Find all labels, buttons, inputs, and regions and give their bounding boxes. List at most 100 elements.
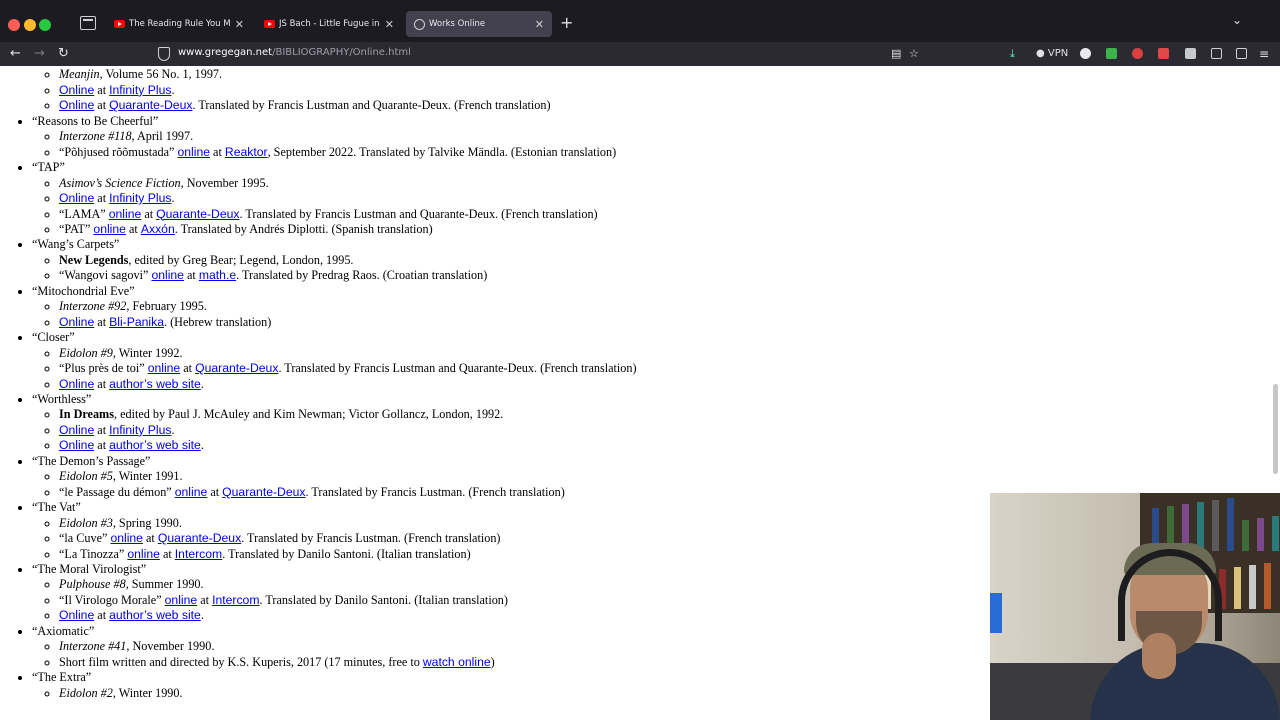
publication-link[interactable]: author’s web site [109, 377, 201, 391]
tab-works-online[interactable]: Works Online ✕ [406, 11, 552, 37]
download-icon[interactable]: ⤓ [1010, 47, 1015, 61]
publication-link[interactable]: Quarante-Deux [195, 361, 278, 375]
publication-text: at [94, 438, 110, 453]
publication-text: at [94, 98, 110, 113]
publication-text: . [171, 191, 175, 206]
minimize-window-button[interactable] [24, 19, 36, 31]
navigation-toolbar: ← → ↻ www.gregegan.net/BIBLIOGRAPHY/Onli… [0, 42, 1280, 66]
adblock-icon[interactable] [1158, 48, 1169, 59]
publication-link[interactable]: author’s web site [109, 438, 201, 452]
vpn-button[interactable]: ● VPN [1036, 48, 1068, 59]
reload-icon[interactable]: ↻ [58, 46, 69, 61]
publication-link[interactable]: online [165, 593, 198, 607]
publication-text: . [171, 422, 175, 437]
publication-text: at [125, 221, 141, 236]
close-window-button[interactable] [8, 19, 20, 31]
close-tab-icon[interactable]: ✕ [385, 18, 394, 31]
publication-link[interactable]: Quarante-Deux [109, 98, 192, 112]
person-hand [1142, 633, 1176, 679]
publication-text: at [207, 484, 223, 499]
publication-link[interactable]: Online [59, 98, 94, 112]
publication-text: , edited by Greg Bear; Legend, London, 1… [128, 252, 354, 267]
publication-text: at [142, 531, 158, 546]
publication-link[interactable]: Intercom [212, 593, 259, 607]
publication-link[interactable]: Quarante-Deux [158, 531, 241, 545]
publication-venue: Interzone #41 [59, 639, 127, 654]
publication-text: “PAT” [59, 221, 94, 236]
publication-list: Eidolon #9, Winter 1992.“Plus près de to… [32, 346, 1270, 392]
publication-link[interactable]: Reaktor [225, 145, 268, 159]
publication-item: Online at author’s web site. [59, 377, 1270, 392]
publication-text: . Translated by Predrag Raos. (Croatian … [236, 268, 488, 283]
work-title: “Axiomatic” [32, 623, 95, 638]
tab-overview-icon[interactable] [80, 16, 96, 30]
new-tab-icon[interactable]: + [560, 13, 573, 32]
publication-link[interactable]: online [127, 547, 160, 561]
publication-link[interactable]: Online [59, 377, 94, 391]
publication-text: “Põhjused rõõmustada” [59, 144, 178, 159]
vpn-label: VPN [1047, 48, 1069, 59]
publication-link[interactable]: Infinity Plus [109, 191, 171, 205]
publication-list: Interzone #92, February 1995.Online at B… [32, 299, 1270, 330]
publication-text: “la Cuve” [59, 531, 111, 546]
extension-icon[interactable] [1080, 48, 1091, 59]
publication-link[interactable]: online [109, 207, 142, 221]
extension-icon[interactable] [1185, 48, 1196, 59]
close-tab-icon[interactable]: ✕ [235, 18, 244, 31]
shield-icon[interactable] [158, 47, 170, 61]
chevron-down-icon[interactable]: ⌄ [1232, 13, 1242, 27]
url-bar[interactable]: www.gregegan.net/BIBLIOGRAPHY/Online.htm… [178, 47, 411, 58]
publication-link[interactable]: Axxón [141, 222, 175, 236]
publication-link[interactable]: Online [59, 423, 94, 437]
publication-link[interactable]: online [93, 222, 126, 236]
publication-item: Eidolon #9, Winter 1992. [59, 346, 1270, 361]
publication-text: , February 1995. [126, 299, 207, 314]
publication-text: “La Tinozza” [59, 546, 128, 561]
sidebar-icon[interactable] [1236, 48, 1247, 59]
publication-text: . Translated by Francis Lustman. (French… [241, 531, 501, 546]
tab-reading-rule[interactable]: The Reading Rule You Must Br ✕ [106, 11, 252, 37]
publication-link[interactable]: online [110, 531, 143, 545]
publication-text: , Winter 1991. [112, 469, 183, 484]
publication-link[interactable]: Bli-Panika [109, 315, 164, 329]
publication-link[interactable]: Online [59, 608, 94, 622]
work-item: “Yeyuka”Meanjin, Volume 56 No. 1, 1997.O… [32, 66, 1270, 114]
reader-view-icon[interactable]: ▤ [891, 47, 901, 60]
publication-link[interactable]: Infinity Plus [109, 83, 171, 97]
publication-text: “Wangovi sagovi” [59, 268, 152, 283]
globe-icon [414, 18, 425, 30]
publication-text: at [183, 268, 199, 283]
publication-venue: Meanjin [59, 67, 100, 82]
publication-link[interactable]: math.e [199, 268, 236, 282]
publication-link[interactable]: online [148, 361, 181, 375]
publication-link[interactable]: Online [59, 191, 94, 205]
forward-arrow-icon[interactable]: → [34, 46, 45, 61]
publication-item: “Plus près de toi” online at Quarante-De… [59, 361, 1270, 376]
publication-link[interactable]: Infinity Plus [109, 423, 171, 437]
publication-link[interactable]: online [151, 268, 184, 282]
tab-bar: The Reading Rule You Must Br ✕ JS Bach -… [0, 0, 1280, 42]
publication-link[interactable]: online [177, 145, 210, 159]
publication-link[interactable]: online [175, 485, 208, 499]
extension-icon[interactable] [1106, 48, 1117, 59]
publication-link[interactable]: watch online [423, 655, 491, 669]
publication-text: at [94, 376, 110, 391]
back-arrow-icon[interactable]: ← [10, 46, 21, 61]
close-tab-icon[interactable]: ✕ [535, 18, 544, 31]
maximize-window-button[interactable] [39, 19, 51, 31]
tab-bach-fugue[interactable]: JS Bach - Little Fugue in G Mino ✕ [256, 11, 402, 37]
extensions-puzzle-icon[interactable] [1211, 48, 1222, 59]
publication-item: Meanjin, Volume 56 No. 1, 1997. [59, 67, 1270, 82]
publication-link[interactable]: author’s web site [109, 608, 201, 622]
extension-icon[interactable] [1132, 48, 1143, 59]
publication-link[interactable]: Online [59, 83, 94, 97]
publication-link[interactable]: Quarante-Deux [156, 207, 239, 221]
menu-icon[interactable]: ≡ [1259, 47, 1269, 61]
bookmark-star-icon[interactable]: ☆ [909, 47, 919, 60]
publication-link[interactable]: Quarante-Deux [222, 485, 305, 499]
work-title: “Closer” [32, 330, 75, 345]
publication-link[interactable]: Intercom [175, 547, 222, 561]
publication-link[interactable]: Online [59, 438, 94, 452]
publication-link[interactable]: Online [59, 315, 94, 329]
scroll-thumb[interactable] [1273, 384, 1278, 474]
